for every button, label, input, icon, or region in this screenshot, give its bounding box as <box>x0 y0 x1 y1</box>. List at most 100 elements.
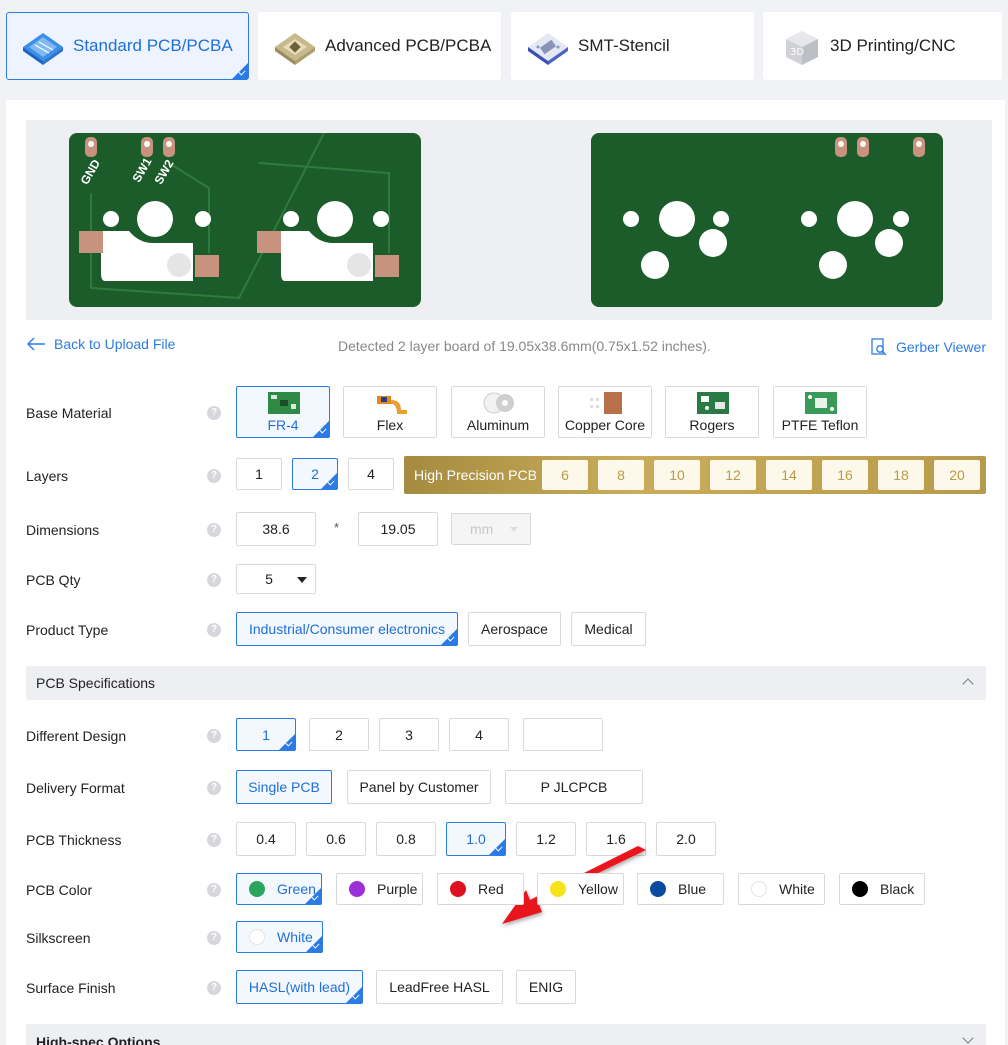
back-to-upload-link[interactable]: Back to Upload File <box>26 336 175 352</box>
help-icon[interactable]: ? <box>207 469 221 483</box>
layers-option-18[interactable]: 18 <box>878 460 924 490</box>
chevron-down-icon <box>962 1032 974 1044</box>
dimension-separator: * <box>334 520 340 535</box>
pcb-qty-select[interactable]: 5 <box>236 564 316 594</box>
delivery-panel-by-customer[interactable]: Panel by Customer <box>347 770 491 804</box>
color-option-white[interactable]: White <box>738 873 825 905</box>
material-option-ptfe[interactable]: PTFE Teflon <box>773 386 867 438</box>
help-icon[interactable]: ? <box>207 883 221 897</box>
option-label: 2 <box>311 466 319 482</box>
material-label: Aluminum <box>466 417 530 433</box>
help-icon[interactable]: ? <box>207 406 221 420</box>
surface-leadfree-hasl[interactable]: LeadFree HASL <box>376 970 503 1004</box>
surface-hasl-with-lead[interactable]: HASL(with lead) <box>236 970 363 1004</box>
thickness-option-0-6[interactable]: 0.6 <box>306 822 366 856</box>
color-swatch <box>751 881 767 897</box>
design-option-1[interactable]: 1 <box>236 718 296 751</box>
silkscreen-option-white[interactable]: White <box>236 921 323 953</box>
help-icon[interactable]: ? <box>207 623 221 637</box>
design-option-4[interactable]: 4 <box>449 718 509 751</box>
tab-3d-printing[interactable]: 3D 3D Printing/CNC <box>763 12 1002 80</box>
option-label: Purple <box>377 881 418 897</box>
svg-text:3D: 3D <box>790 47 804 58</box>
help-icon[interactable]: ? <box>207 729 221 743</box>
design-option-2[interactable]: 2 <box>309 718 369 751</box>
surface-enig[interactable]: ENIG <box>516 970 576 1004</box>
material-option-flex[interactable]: Flex <box>343 386 437 438</box>
material-option-aluminum[interactable]: Aluminum <box>451 386 545 438</box>
color-option-red[interactable]: Red <box>437 873 524 905</box>
unit-value: mm <box>470 521 494 537</box>
layers-option-2[interactable]: 2 <box>292 458 338 490</box>
arrow-left-icon <box>27 337 45 351</box>
help-icon[interactable]: ? <box>207 523 221 537</box>
color-swatch <box>249 881 265 897</box>
dimensions-label: Dimensions <box>26 522 100 538</box>
color-option-green[interactable]: Green <box>236 873 322 905</box>
product-type-industrial[interactable]: Industrial/Consumer electronics <box>236 612 458 646</box>
help-icon[interactable]: ? <box>207 981 221 995</box>
delivery-format-label: Delivery Format <box>26 780 125 796</box>
design-custom-input[interactable] <box>523 718 603 751</box>
layers-option-4[interactable]: 4 <box>348 458 394 490</box>
option-label: Yellow <box>578 881 618 897</box>
color-option-yellow[interactable]: Yellow <box>537 873 624 905</box>
layers-option-12[interactable]: 12 <box>710 460 756 490</box>
back-link-label: Back to Upload File <box>54 336 176 352</box>
tab-advanced-pcb[interactable]: Advanced PCB/PCBA <box>258 12 501 80</box>
help-icon[interactable]: ? <box>207 833 221 847</box>
color-option-purple[interactable]: Purple <box>336 873 423 905</box>
dimension-width-input[interactable]: 38.6 <box>236 512 316 546</box>
product-tabs: Standard PCB/PCBA Advanced PCB/PCBA SMT-… <box>6 12 1002 80</box>
selected-check-icon <box>313 421 329 437</box>
thickness-option-0-8[interactable]: 0.8 <box>376 822 436 856</box>
delivery-panel-by-jlcpcb[interactable]: P JLCPCB <box>505 770 643 804</box>
cube-3d-icon: 3D <box>776 25 824 67</box>
layers-option-8[interactable]: 8 <box>598 460 644 490</box>
dimension-height-input[interactable]: 19.05 <box>358 512 438 546</box>
tab-standard-pcb[interactable]: Standard PCB/PCBA <box>6 12 249 80</box>
help-icon[interactable]: ? <box>207 573 221 587</box>
product-type-medical[interactable]: Medical <box>571 612 646 646</box>
layers-option-1[interactable]: 1 <box>236 458 282 490</box>
option-label: Red <box>478 881 504 897</box>
thickness-option-2-0[interactable]: 2.0 <box>656 822 716 856</box>
silkscreen-label: Silkscreen <box>26 930 91 946</box>
layers-label: Layers <box>26 468 69 484</box>
tab-smt-stencil[interactable]: SMT-Stencil <box>511 12 754 80</box>
design-option-3[interactable]: 3 <box>379 718 439 751</box>
pcb-board-icon <box>19 25 67 67</box>
help-icon[interactable]: ? <box>207 781 221 795</box>
layers-option-20[interactable]: 20 <box>934 460 980 490</box>
layers-option-6[interactable]: 6 <box>542 460 588 490</box>
layers-option-16[interactable]: 16 <box>822 460 868 490</box>
help-icon[interactable]: ? <box>207 931 221 945</box>
stencil-icon <box>524 25 572 67</box>
gerber-preview: GND SW1 SW2 <box>26 120 992 320</box>
pcb-specifications-header[interactable]: PCB Specifications <box>26 666 986 700</box>
layers-option-14[interactable]: 14 <box>766 460 812 490</box>
material-label: PTFE Teflon <box>781 417 859 433</box>
thickness-option-0-4[interactable]: 0.4 <box>236 822 296 856</box>
caret-down-icon <box>297 577 307 583</box>
color-swatch <box>650 881 666 897</box>
color-option-black[interactable]: Black <box>839 873 925 905</box>
chevron-up-icon <box>962 678 974 690</box>
color-option-blue[interactable]: Blue <box>637 873 724 905</box>
high-spec-options-header[interactable]: High-spec Options <box>26 1024 986 1045</box>
product-type-aerospace[interactable]: Aerospace <box>468 612 561 646</box>
section-title: PCB Specifications <box>36 675 156 691</box>
high-precision-label: High Precision PCB <box>414 467 537 483</box>
rogers-board-icon <box>697 392 729 414</box>
tab-label: 3D Printing/CNC <box>830 36 956 55</box>
caret-down-icon <box>510 527 518 532</box>
material-option-fr4[interactable]: FR-4 <box>236 386 330 438</box>
material-option-copper-core[interactable]: Copper Core <box>558 386 652 438</box>
layers-option-10[interactable]: 10 <box>654 460 700 490</box>
quote-card: GND SW1 SW2 Back to Upload File Detected… <box>6 100 1005 1045</box>
delivery-single-pcb[interactable]: Single PCB <box>236 770 332 804</box>
material-option-rogers[interactable]: Rogers <box>665 386 759 438</box>
color-swatch <box>550 881 566 897</box>
option-label: HASL(with lead) <box>248 979 351 995</box>
gerber-viewer-link[interactable]: Gerber Viewer <box>870 338 986 356</box>
